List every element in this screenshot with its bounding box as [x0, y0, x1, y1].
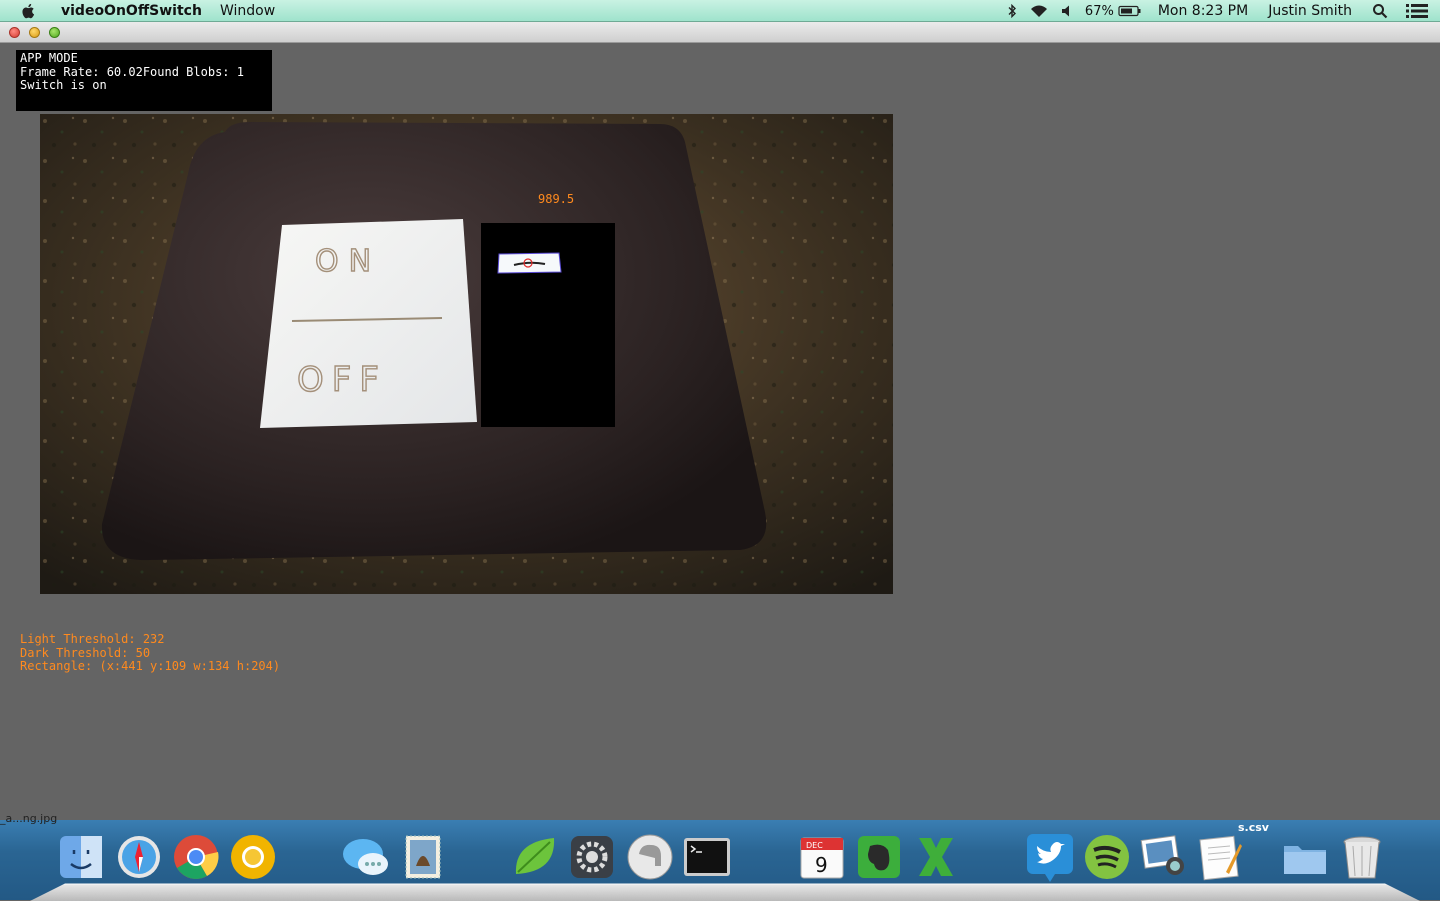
terminal-icon[interactable] — [682, 832, 732, 884]
window-close-button[interactable] — [9, 27, 20, 38]
chrome-icon[interactable] — [171, 832, 221, 884]
apple-menu-icon[interactable] — [20, 2, 38, 20]
calendar-day: 9 — [815, 853, 828, 877]
menu-bar: videoOnOffSwitch Window 67% Mon 8:23 PM … — [0, 0, 1440, 22]
mail-icon[interactable] — [398, 832, 448, 884]
app-menu[interactable]: videoOnOffSwitch — [52, 0, 211, 22]
trash-icon[interactable] — [1337, 832, 1387, 884]
threshold-readout: Light Threshold: 232 Dark Threshold: 50 Re… — [20, 632, 281, 674]
battery-status[interactable]: 67% — [1085, 4, 1142, 19]
battery-icon — [1118, 5, 1141, 17]
coda-icon[interactable] — [510, 832, 560, 884]
textedit-icon[interactable] — [1196, 832, 1246, 884]
dock-shelf — [30, 883, 1420, 901]
paper-off-text: OFF — [297, 360, 387, 400]
system-preferences-icon[interactable] — [567, 832, 617, 884]
twitter-icon[interactable] — [1025, 832, 1075, 884]
switch-state-label: Switch is on — [20, 78, 107, 92]
excel-icon[interactable] — [911, 832, 961, 884]
spotlight-search-icon[interactable] — [1372, 3, 1388, 19]
status-hud: APP MODE Frame Rate: 60.02Found Blobs: 1S… — [16, 50, 272, 111]
window-minimize-button[interactable] — [29, 27, 40, 38]
desktop-file-label[interactable]: _a...ng.jpg — [0, 812, 57, 825]
rectangle-label: Rectangle: (x:441 y:109 w:134 h:204) — [20, 659, 281, 673]
iphoto-icon[interactable] — [1139, 832, 1189, 884]
paper-on-text: ON — [315, 244, 381, 279]
calendar-icon[interactable]: DEC 9 — [797, 832, 847, 884]
folder-icon[interactable] — [1280, 832, 1330, 884]
wifi-icon[interactable] — [1029, 4, 1049, 18]
spotify-icon[interactable] — [1082, 832, 1132, 884]
window-titlebar — [0, 22, 1440, 43]
volume-icon[interactable] — [1061, 4, 1073, 18]
menubar-user[interactable]: Justin Smith — [1268, 3, 1352, 19]
app-mode-label: APP MODE — [20, 51, 78, 65]
camera-feed: ON OFF — [40, 114, 893, 594]
messages-icon[interactable] — [341, 832, 391, 884]
finder-icon[interactable] — [56, 832, 106, 884]
blob-area-label: 989.5 — [538, 192, 575, 206]
menubar-clock[interactable]: Mon 8:23 PM — [1158, 3, 1248, 19]
light-threshold-label: Light Threshold: 232 — [20, 632, 165, 646]
safari-icon[interactable] — [114, 832, 164, 884]
notification-center-icon[interactable] — [1406, 3, 1428, 19]
window-menu[interactable]: Window — [211, 0, 284, 22]
frame-rate-label: Frame Rate: 60.02Found Blobs: 1 — [20, 64, 244, 79]
sequel-pro-icon[interactable] — [625, 832, 675, 884]
window-zoom-button[interactable] — [49, 27, 60, 38]
battery-percent: 67% — [1084, 3, 1114, 19]
chrome-canary-icon[interactable] — [228, 832, 278, 884]
evernote-icon[interactable] — [854, 832, 904, 884]
bluetooth-icon[interactable] — [1007, 4, 1017, 18]
calendar-month: DEC — [806, 841, 823, 850]
dark-threshold-label: Dark Threshold: 50 — [20, 645, 151, 660]
